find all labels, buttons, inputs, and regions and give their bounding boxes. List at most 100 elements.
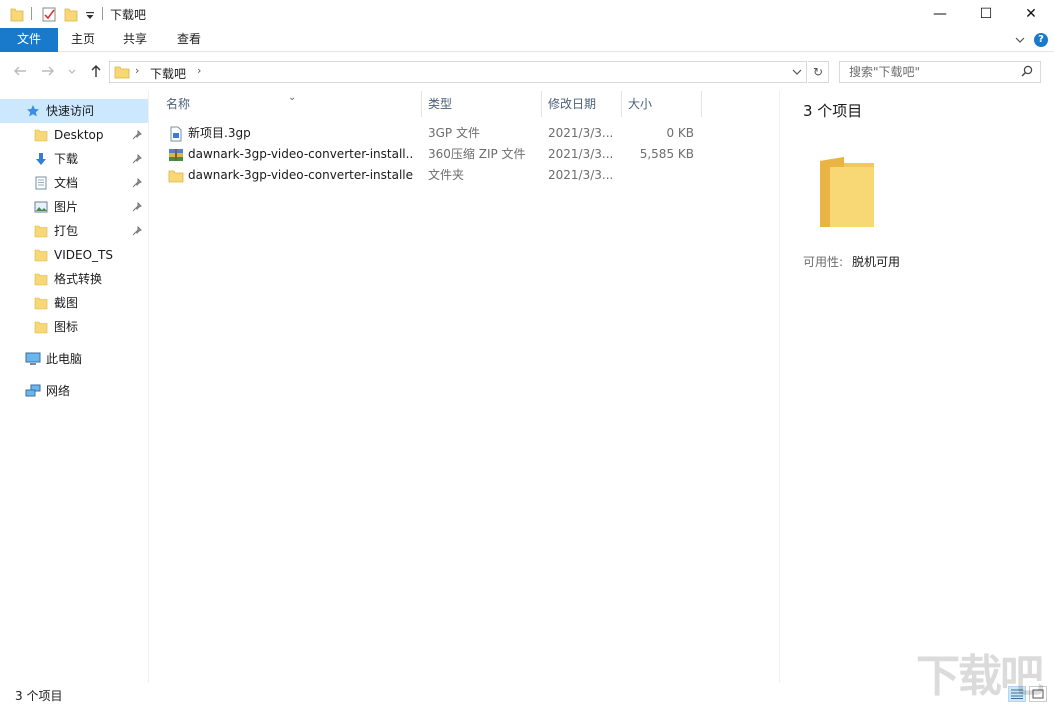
column-label: 名称: [166, 97, 191, 111]
nav-label: 打包: [54, 224, 79, 238]
properties-icon[interactable]: [41, 5, 57, 23]
nav-item-pack[interactable]: 打包: [0, 219, 148, 243]
toolbar-separator: [31, 7, 32, 20]
refresh-button[interactable]: ↻: [808, 61, 829, 83]
nav-label: 下载: [54, 152, 79, 166]
address-bar[interactable]: › 下载吧 ›: [109, 61, 807, 83]
pin-icon[interactable]: [132, 202, 142, 212]
status-bar: 3 个项目: [0, 683, 1054, 707]
file-name: dawnark-3gp-video-converter-installer: [188, 168, 414, 182]
title-separator: [102, 7, 103, 20]
availability-value: 脱机可用: [852, 255, 901, 269]
item-count: 3 个项目: [803, 102, 863, 120]
column-label: 修改日期: [548, 97, 597, 111]
nav-label: 快速访问: [46, 104, 95, 118]
nav-label: Desktop: [54, 128, 104, 142]
file-type: 3GP 文件: [428, 126, 480, 140]
search-input[interactable]: 搜索"下载吧": [839, 61, 1041, 83]
network-icon: [25, 384, 41, 397]
column-header-name[interactable]: ⌄ 名称: [150, 91, 422, 117]
refresh-icon: ↻: [812, 65, 824, 79]
folder-icon: [34, 129, 48, 142]
address-dropdown-icon[interactable]: [792, 68, 802, 76]
maximize-button[interactable]: ☐: [963, 0, 1009, 28]
computer-icon: [25, 352, 41, 365]
pin-icon[interactable]: [132, 130, 142, 140]
new-folder-icon[interactable]: [64, 5, 78, 23]
file-name: 新项目.3gp: [188, 126, 251, 140]
minimize-button[interactable]: —: [917, 0, 963, 28]
file-date: 2021/3/3...: [548, 126, 614, 140]
file-type: 文件夹: [428, 168, 465, 182]
pictures-icon: [34, 201, 48, 213]
nav-label: 网络: [46, 384, 71, 398]
pin-icon[interactable]: [132, 226, 142, 236]
window-title: 下载吧: [110, 8, 147, 22]
search-icon[interactable]: [1021, 65, 1033, 77]
watermark-logo: 下载吧: [916, 651, 1044, 702]
file-type: 360压缩 ZIP 文件: [428, 147, 526, 161]
nav-label: 此电脑: [46, 352, 83, 366]
nav-item-documents[interactable]: 文档: [0, 171, 148, 195]
column-header-type[interactable]: 类型: [422, 91, 542, 117]
search-placeholder: 搜索"下载吧": [849, 65, 921, 79]
back-icon[interactable]: [13, 64, 27, 78]
nav-item-screenshots[interactable]: 截图: [0, 291, 148, 315]
nav-label: 图标: [54, 320, 79, 334]
tab-file[interactable]: 文件: [0, 28, 59, 52]
folder-icon: [168, 170, 184, 183]
navigation-pane: 快速访问 Desktop 下载 文档 图片 打包 VIDEO_TS 格式转换 截…: [0, 91, 149, 683]
ribbon-tabs: 文件 主页 共享 查看 ?: [0, 28, 1054, 52]
file-date: 2021/3/3...: [548, 147, 614, 161]
folder-icon[interactable]: [10, 5, 24, 23]
nav-item-desktop[interactable]: Desktop: [0, 123, 148, 147]
column-label: 类型: [428, 97, 453, 111]
file-row[interactable]: dawnark-3gp-video-converter-installer 文件…: [166, 165, 726, 186]
nav-network[interactable]: 网络: [0, 379, 148, 403]
customize-toolbar-icon[interactable]: [84, 5, 96, 23]
minimize-icon: —: [933, 6, 947, 22]
file-row[interactable]: 新项目.3gp 3GP 文件 2021/3/3... 0 KB: [166, 123, 726, 144]
forward-icon[interactable]: [41, 64, 55, 78]
nav-quick-access[interactable]: 快速访问: [0, 99, 148, 123]
folder-icon: [34, 321, 48, 334]
nav-this-pc[interactable]: 此电脑: [0, 347, 148, 371]
folder-icon: [114, 66, 130, 79]
pin-icon[interactable]: [132, 154, 142, 164]
column-header-date[interactable]: 修改日期: [542, 91, 622, 117]
file-row[interactable]: dawnark-3gp-video-converter-install... 3…: [166, 144, 726, 165]
expand-ribbon-icon[interactable]: [1015, 36, 1025, 44]
nav-label: 图片: [54, 200, 79, 214]
address-row: › 下载吧 › ↻ 搜索"下载吧": [0, 53, 1054, 91]
tab-share[interactable]: 共享: [109, 28, 161, 52]
breadcrumb-chevron-icon[interactable]: ›: [135, 64, 139, 77]
close-button[interactable]: ✕: [1008, 0, 1054, 28]
tab-home[interactable]: 主页: [57, 28, 109, 52]
document-icon: [35, 176, 47, 190]
sort-chevron-icon: ⌄: [288, 92, 297, 103]
folder-icon: [34, 249, 48, 262]
nav-item-format-convert[interactable]: 格式转换: [0, 267, 148, 291]
nav-item-icons[interactable]: 图标: [0, 315, 148, 339]
tab-view[interactable]: 查看: [163, 28, 215, 52]
nav-item-pictures[interactable]: 图片: [0, 195, 148, 219]
nav-item-video-ts[interactable]: VIDEO_TS: [0, 243, 148, 267]
breadcrumb-item[interactable]: 下载吧: [150, 65, 186, 82]
nav-label: 格式转换: [54, 272, 103, 286]
folder-icon: [34, 297, 48, 310]
nav-label: 截图: [54, 296, 79, 310]
up-icon[interactable]: [89, 64, 103, 78]
nav-label: 文档: [54, 176, 79, 190]
pin-icon[interactable]: [132, 178, 142, 188]
folder-icon: [34, 273, 48, 286]
column-header-size[interactable]: 大小: [622, 91, 702, 117]
nav-item-downloads[interactable]: 下载: [0, 147, 148, 171]
download-arrow-icon: [36, 153, 46, 165]
recent-locations-icon[interactable]: [67, 64, 77, 78]
help-icon[interactable]: ?: [1034, 33, 1048, 47]
file-name: dawnark-3gp-video-converter-install...: [188, 147, 414, 161]
breadcrumb-chevron-icon[interactable]: ›: [197, 64, 201, 77]
file-size: 0 KB: [666, 126, 694, 140]
star-icon: [27, 105, 39, 117]
column-label: 大小: [628, 97, 653, 111]
